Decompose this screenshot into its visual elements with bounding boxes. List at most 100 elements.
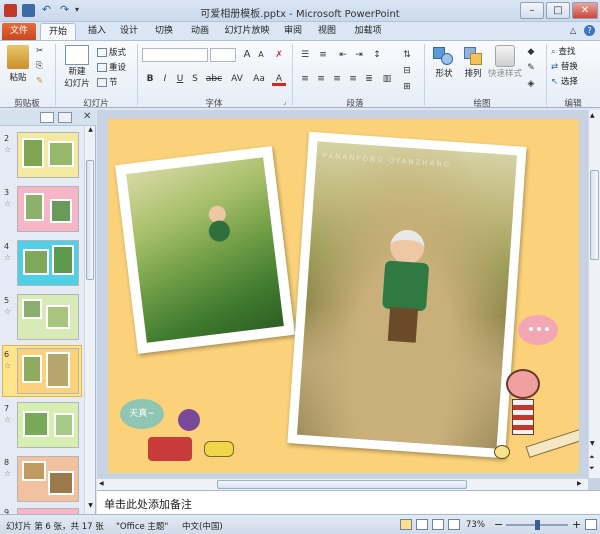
arrange-button[interactable]: 排列 xyxy=(459,45,487,79)
prev-slide-icon[interactable]: ⏶ xyxy=(589,453,595,462)
scroll-right-icon[interactable]: ▶ xyxy=(577,480,582,487)
align-right-icon[interactable]: ≡ xyxy=(330,72,344,86)
tab-file[interactable]: 文件 xyxy=(2,23,36,40)
shapes-button[interactable]: 形状 xyxy=(430,45,458,79)
theme-name[interactable]: "Office 主题" xyxy=(116,520,168,532)
dialog-launcher-icon[interactable]: ⌟ xyxy=(283,98,286,106)
paste-button[interactable]: 粘贴 xyxy=(4,45,32,83)
photo-frame-left[interactable] xyxy=(115,146,295,354)
slide-thumbnail[interactable] xyxy=(17,456,79,502)
zoom-slider-thumb[interactable] xyxy=(535,520,540,530)
reading-view-icon[interactable] xyxy=(432,519,444,530)
increase-indent-icon[interactable]: ⇥ xyxy=(352,48,366,62)
close-button[interactable]: ✕ xyxy=(572,2,598,19)
copy-icon[interactable]: ⎘ xyxy=(36,61,43,71)
shrink-font-button[interactable]: A xyxy=(254,48,268,62)
reset-button[interactable]: 重设 xyxy=(97,61,126,73)
notes-pane[interactable]: 单击此处添加备注 xyxy=(97,490,600,514)
slides-tab[interactable] xyxy=(40,112,54,123)
layout-button[interactable]: 版式 xyxy=(97,46,126,58)
minimize-ribbon-icon[interactable]: △ xyxy=(570,26,580,36)
help-icon[interactable]: ? xyxy=(584,25,595,36)
font-name-input[interactable] xyxy=(142,48,208,62)
normal-view-icon[interactable] xyxy=(400,519,412,530)
text-direction-icon[interactable]: ⇅ xyxy=(400,48,414,62)
scroll-up-icon[interactable]: ▲ xyxy=(590,112,595,119)
select-button[interactable]: ↖ 选择 xyxy=(551,75,578,87)
slide-thumbnail[interactable] xyxy=(17,132,79,178)
font-size-input[interactable] xyxy=(210,48,236,62)
scroll-up-icon[interactable]: ▲ xyxy=(86,126,95,136)
slide-sorter-icon[interactable] xyxy=(416,519,428,530)
align-left-icon[interactable]: ≡ xyxy=(298,72,312,86)
scroll-down-icon[interactable]: ▼ xyxy=(86,502,95,512)
tab-view[interactable]: 视图 xyxy=(312,23,342,40)
distributed-icon[interactable]: ≣ xyxy=(362,72,376,86)
zoom-out-button[interactable]: − xyxy=(494,518,503,531)
close-pane-icon[interactable]: ✕ xyxy=(83,111,91,122)
slide-horizontal-scrollbar[interactable]: ◀ ▶ xyxy=(97,478,588,490)
strikethrough-button[interactable]: abc xyxy=(204,72,224,86)
quick-styles-button[interactable]: 快速样式 xyxy=(488,45,522,79)
new-slide-button[interactable]: 新建 幻灯片 xyxy=(60,45,94,89)
char-spacing-button[interactable]: AV xyxy=(228,72,246,86)
section-button[interactable]: 节 xyxy=(97,76,118,88)
scroll-down-icon[interactable]: ▼ xyxy=(590,440,595,447)
underline-button[interactable]: U xyxy=(173,72,187,86)
slide-thumbnail[interactable] xyxy=(17,186,79,232)
numbering-icon[interactable]: ≡ xyxy=(316,48,330,62)
outline-tab[interactable] xyxy=(58,112,72,123)
slide-thumbnail[interactable] xyxy=(17,294,79,340)
zoom-in-button[interactable]: + xyxy=(572,518,581,531)
format-painter-icon[interactable]: ✎ xyxy=(36,76,43,86)
clear-format-icon[interactable]: ✗ xyxy=(272,48,286,62)
scroll-thumb[interactable] xyxy=(590,170,599,260)
bold-button[interactable]: B xyxy=(143,72,157,86)
shape-outline-icon[interactable]: ✎ xyxy=(524,61,538,75)
justify-icon[interactable]: ≡ xyxy=(346,72,360,86)
columns-icon[interactable]: ▥ xyxy=(380,72,394,86)
bullets-icon[interactable]: ☰ xyxy=(298,48,312,62)
slide-thumbnail[interactable] xyxy=(17,240,79,286)
align-center-icon[interactable]: ≡ xyxy=(314,72,328,86)
tab-slideshow[interactable]: 幻灯片放映 xyxy=(221,23,273,40)
next-slide-icon[interactable]: ⏷ xyxy=(589,464,595,473)
shadow-button[interactable]: S xyxy=(188,72,202,86)
scroll-thumb[interactable] xyxy=(86,160,94,280)
slide-canvas[interactable]: PANANPONG OYANZHANG 天真~ xyxy=(108,119,579,473)
find-button[interactable]: ⌕ 查找 xyxy=(551,45,575,57)
font-color-button[interactable]: A xyxy=(272,72,286,86)
notes-placeholder[interactable]: 单击此处添加备注 xyxy=(104,496,192,512)
tab-insert[interactable]: 插入 xyxy=(82,23,112,40)
slide-thumbnail-selected[interactable] xyxy=(17,348,79,394)
replace-button[interactable]: ⇄ 替换 xyxy=(551,60,578,72)
tab-transitions[interactable]: 切换 xyxy=(148,23,180,40)
line-spacing-icon[interactable]: ↕ xyxy=(370,48,384,62)
smartart-icon[interactable]: ⊞ xyxy=(400,80,414,94)
thumbnail-scrollbar[interactable]: ▲ ▼ xyxy=(84,126,95,514)
tab-animations[interactable]: 动画 xyxy=(184,23,216,40)
photo-frame-right[interactable]: PANANPONG OYANZHANG xyxy=(287,131,527,459)
slideshow-view-icon[interactable] xyxy=(448,519,460,530)
slide-thumbnail[interactable] xyxy=(17,402,79,448)
language-indicator[interactable]: 中文(中国) xyxy=(182,520,223,532)
zoom-level[interactable]: 73% xyxy=(466,520,485,530)
grow-font-button[interactable]: A xyxy=(240,48,254,62)
minimize-button[interactable]: – xyxy=(520,2,544,19)
scroll-thumb[interactable] xyxy=(217,480,467,489)
shape-effects-icon[interactable]: ◈ xyxy=(524,77,538,91)
fit-to-window-icon[interactable] xyxy=(585,519,597,530)
maximize-button[interactable]: □ xyxy=(546,2,570,19)
shape-fill-icon[interactable]: ◆ xyxy=(524,45,538,59)
change-case-button[interactable]: Aa xyxy=(250,72,268,86)
align-text-icon[interactable]: ⊟ xyxy=(400,64,414,78)
scroll-left-icon[interactable]: ◀ xyxy=(99,480,104,487)
tab-home[interactable]: 开始 xyxy=(40,23,76,40)
slide-vertical-scrollbar[interactable]: ▲ ▼ ⏶ ⏷ xyxy=(588,110,600,478)
tab-addins[interactable]: 加载项 xyxy=(348,23,388,40)
cut-icon[interactable]: ✂ xyxy=(36,46,43,56)
tab-design[interactable]: 设计 xyxy=(114,23,144,40)
tab-review[interactable]: 审阅 xyxy=(278,23,308,40)
italic-button[interactable]: I xyxy=(158,72,172,86)
decrease-indent-icon[interactable]: ⇤ xyxy=(336,48,350,62)
